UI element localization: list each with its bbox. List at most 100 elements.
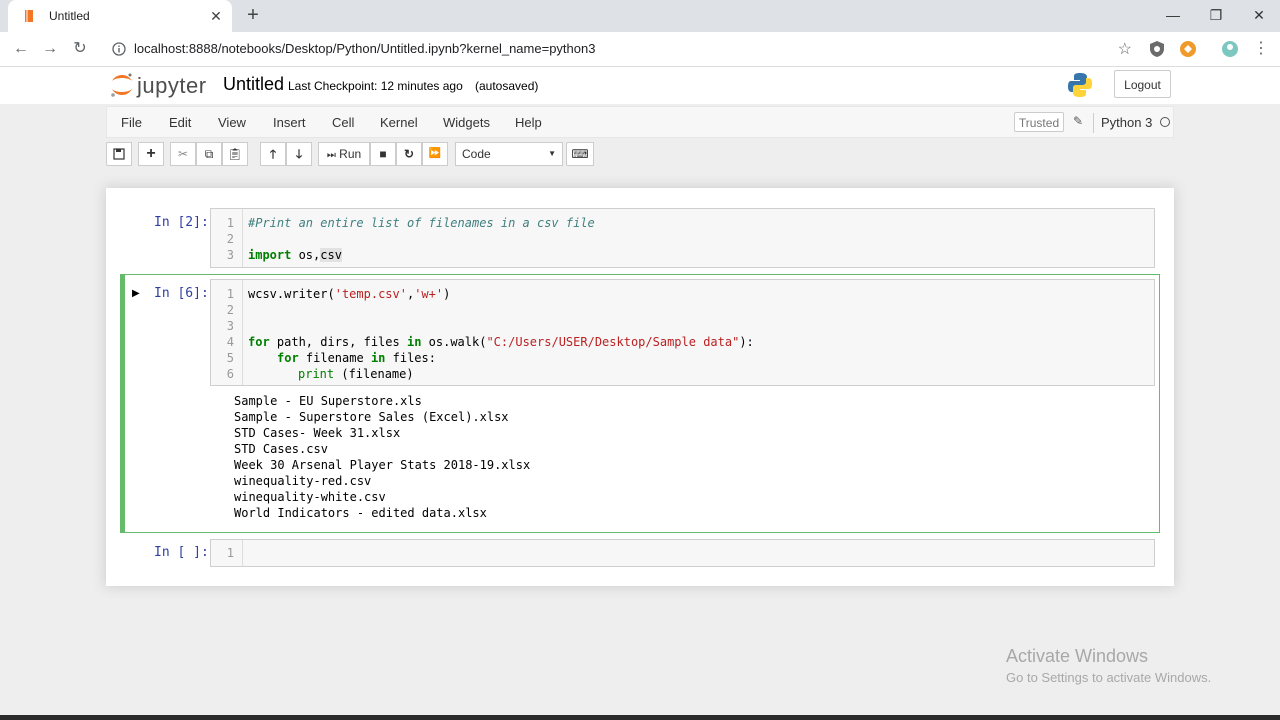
line-number: 2 [226, 232, 234, 246]
forward-icon[interactable]: → [41, 40, 59, 58]
browser-toolbar: ← → ↻ localhost:8888/notebooks/Desktop/P… [0, 32, 1280, 67]
menu-edit[interactable]: Edit [169, 115, 191, 130]
code-line: wcsv.writer('temp.csv','w+') [248, 287, 450, 301]
menu-view[interactable]: View [218, 115, 246, 130]
code-builtin: print [298, 367, 335, 381]
minimize-icon[interactable]: — [1161, 5, 1185, 25]
reload-icon[interactable]: ↻ [71, 40, 89, 58]
trusted-badge[interactable]: Trusted [1014, 112, 1064, 132]
kernel-idle-indicator-icon [1160, 117, 1170, 127]
move-up-icon[interactable]: 🡑 [260, 142, 286, 166]
jupyter-favicon-icon [25, 10, 33, 22]
menu-widgets[interactable]: Widgets [443, 115, 490, 130]
move-down-icon[interactable]: 🡓 [286, 142, 312, 166]
code-text: csv.writer( [255, 287, 335, 301]
run-label: Run [339, 147, 362, 161]
cell-prompt: In [2]: [154, 215, 209, 230]
menu-cell[interactable]: Cell [332, 115, 354, 130]
menubar: File Edit View Insert Cell Kernel Widget… [106, 106, 1174, 138]
code-text: ) [443, 287, 451, 301]
cell-prompt: In [6]: [154, 286, 209, 301]
code-comment: #Print an entire list of filenames in a … [248, 216, 595, 230]
close-tab-icon[interactable]: ✕ [208, 8, 224, 24]
cell-prompt: In [ ]: [154, 545, 209, 560]
chevron-down-icon: ▼ [548, 149, 556, 158]
notebook-toolbar: + ✂ ⧉ 📋︎ 🡑 🡓 ⏭ Run ■ ↻ ⏩ Code ▼ ⌨ [106, 140, 1174, 170]
code-text: filename [298, 351, 371, 365]
output-line: Sample - Superstore Sales (Excel).xlsx [234, 410, 509, 424]
python-logo-icon [1068, 73, 1092, 97]
url-text[interactable]: localhost:8888/notebooks/Desktop/Python/… [134, 41, 595, 56]
line-number: 6 [226, 367, 234, 381]
taskbar-edge [0, 715, 1280, 720]
code-string: "C:/Users/USER/Desktop/Sample data" [486, 335, 740, 349]
line-gutter: 1 2 3 4 5 6 [211, 280, 243, 385]
insert-cell-icon[interactable]: + [138, 142, 164, 166]
restart-run-all-icon[interactable]: ⏩ [422, 142, 448, 166]
profile-avatar-icon[interactable] [1221, 40, 1239, 58]
code-text: os, [291, 248, 321, 262]
notebook-container: In [2]: 1 2 3 #Print an entire list of f… [106, 188, 1174, 586]
back-icon[interactable]: ← [12, 40, 30, 58]
line-number: 3 [226, 248, 234, 262]
save-icon[interactable] [106, 142, 132, 166]
output-line: Sample - EU Superstore.xls [234, 394, 422, 408]
command-palette-keyboard-icon[interactable]: ⌨ [566, 142, 594, 166]
cut-icon[interactable]: ✂ [170, 142, 196, 166]
code-editor[interactable]: 1 2 3 4 5 6 wcsv.writer('temp.csv','w+')… [210, 279, 1155, 386]
code-keyword: import [248, 248, 292, 262]
code-editor[interactable]: 1 [210, 539, 1155, 567]
line-number: 5 [226, 351, 234, 365]
code-text: ): [739, 335, 754, 349]
restart-icon[interactable]: ↻ [396, 142, 422, 166]
output-line: winequality-white.csv [234, 490, 386, 504]
bookmark-star-icon[interactable]: ☆ [1118, 39, 1132, 59]
paste-icon[interactable]: 📋︎ [222, 142, 248, 166]
menu-insert[interactable]: Insert [273, 115, 306, 130]
close-window-icon[interactable]: ✕ [1247, 5, 1271, 25]
menu-file[interactable]: File [121, 115, 142, 130]
extension-shield-icon[interactable] [1148, 40, 1166, 58]
output-line: Week 30 Arsenal Player Stats 2018-19.xls… [234, 458, 531, 472]
line-gutter: 1 [211, 540, 243, 566]
logout-button[interactable]: Logout [1114, 70, 1171, 98]
line-number: 3 [226, 319, 234, 333]
extension-orange-icon[interactable] [1179, 40, 1197, 58]
cell-type-select[interactable]: Code ▼ [455, 142, 563, 166]
menu-help[interactable]: Help [515, 115, 542, 130]
jupyter-logo-text[interactable]: jupyter [137, 73, 207, 99]
output-line: World Indicators - edited data.xlsx [234, 506, 487, 520]
output-line: STD Cases.csv [234, 442, 328, 456]
kernel-name[interactable]: Python 3 [1101, 115, 1152, 130]
jupyter-header: jupyter Untitled Last Checkpoint: 12 min… [0, 67, 1280, 104]
restore-icon[interactable]: ❐ [1204, 5, 1228, 25]
code-text: (filename) [334, 367, 414, 381]
line-number: 2 [226, 303, 234, 317]
browser-menu-icon[interactable]: ⋮ [1252, 40, 1270, 58]
new-tab-icon[interactable]: + [243, 5, 263, 26]
jupyter-logo-icon[interactable] [108, 71, 136, 99]
copy-icon[interactable]: ⧉ [196, 142, 222, 166]
activate-windows-title: Activate Windows [1006, 646, 1149, 666]
autosave-status: (autosaved) [475, 79, 539, 93]
output-line: STD Cases- Week 31.xlsx [234, 426, 401, 440]
interrupt-icon[interactable]: ■ [370, 142, 396, 166]
code-keyword: for [277, 351, 299, 365]
running-cell-marker-icon: ▶ [132, 288, 140, 299]
edit-pencil-icon[interactable]: ✎ [1073, 114, 1083, 128]
code-string: 'w+' [414, 287, 444, 301]
browser-tab[interactable]: Untitled ✕ [8, 0, 232, 32]
notebook-name[interactable]: Untitled [223, 74, 284, 95]
code-line: import os,csv [248, 248, 342, 262]
run-button[interactable]: ⏭ Run [318, 142, 370, 166]
info-icon[interactable] [112, 42, 126, 56]
code-editor[interactable]: 1 2 3 #Print an entire list of filenames… [210, 208, 1155, 268]
activate-windows-subtitle: Go to Settings to activate Windows. [1006, 670, 1212, 685]
address-bar[interactable]: localhost:8888/notebooks/Desktop/Python/… [104, 36, 1140, 62]
kernel-separator [1093, 113, 1094, 133]
cell-type-value: Code [462, 147, 491, 161]
output-line: winequality-red.csv [234, 474, 372, 488]
code-line: for filename in files: [277, 351, 436, 365]
menu-kernel[interactable]: Kernel [380, 115, 418, 130]
code-keyword: in [406, 335, 422, 349]
